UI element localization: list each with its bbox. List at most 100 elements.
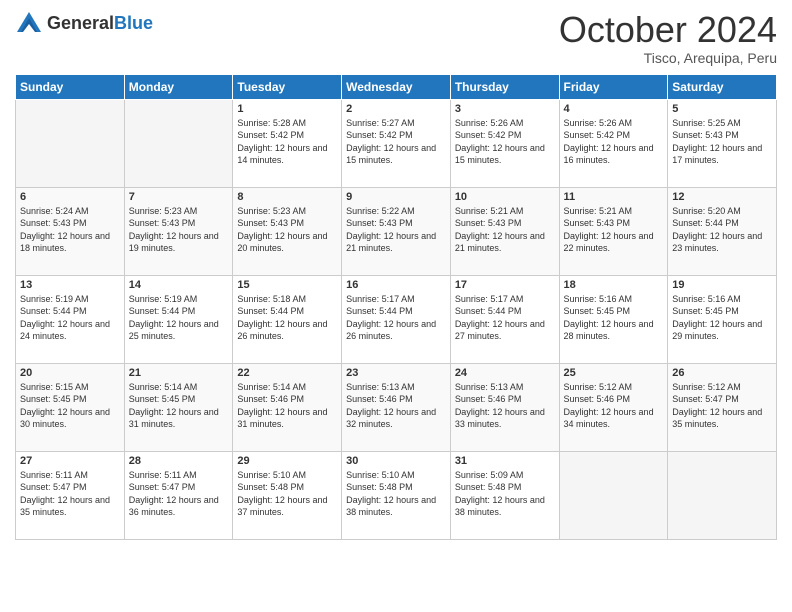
day-info: Sunrise: 5:21 AMSunset: 5:43 PMDaylight:… — [564, 205, 664, 255]
day-number: 2 — [346, 103, 446, 115]
day-number: 7 — [129, 191, 229, 203]
day-info: Sunrise: 5:19 AMSunset: 5:44 PMDaylight:… — [129, 293, 229, 343]
logo-icon — [15, 10, 43, 38]
calendar-cell: 29 Sunrise: 5:10 AMSunset: 5:48 PMDayligh… — [233, 451, 342, 539]
day-number: 14 — [129, 279, 229, 291]
header-friday: Friday — [559, 74, 668, 99]
day-number: 11 — [564, 191, 664, 203]
calendar-cell: 7 Sunrise: 5:23 AMSunset: 5:43 PMDaylight… — [124, 187, 233, 275]
calendar-cell: 8Sunrise: 5:23 AMSunset: 5:43 PMDaylight… — [233, 187, 342, 275]
calendar-cell: 14 Sunrise: 5:19 AMSunset: 5:44 PMDayligh… — [124, 275, 233, 363]
day-info: Sunrise: 5:12 AMSunset: 5:47 PMDaylight:… — [672, 381, 772, 431]
header: GeneralBlue October 2024 Tisco, Arequipa… — [15, 10, 777, 66]
day-number: 29 — [237, 455, 337, 467]
calendar-cell: 27 Sunrise: 5:11 AMSunset: 5:47 PMDayligh… — [16, 451, 125, 539]
calendar-cell — [668, 451, 777, 539]
title-block: October 2024 Tisco, Arequipa, Peru — [559, 10, 777, 66]
day-info: Sunrise: 5:13 AMSunset: 5:46 PMDaylight:… — [346, 381, 446, 431]
day-info: Sunrise: 5:16 AMSunset: 5:45 PMDaylight:… — [672, 293, 772, 343]
month-year-title: October 2024 — [559, 10, 777, 50]
calendar-cell: 3 Sunrise: 5:26 AMSunset: 5:42 PMDaylight… — [450, 99, 559, 187]
day-number: 9 — [346, 191, 446, 203]
day-number: 15 — [237, 279, 337, 291]
day-number: 19 — [672, 279, 772, 291]
calendar-cell: 28 Sunrise: 5:11 AMSunset: 5:47 PMDayligh… — [124, 451, 233, 539]
day-info: Sunrise: 5:15 AMSunset: 5:45 PMDaylight:… — [20, 381, 120, 431]
logo-general-text: General — [47, 13, 114, 33]
calendar-week-4: 20 Sunrise: 5:15 AMSunset: 5:45 PMDayligh… — [16, 363, 777, 451]
day-info: Sunrise: 5:25 AMSunset: 5:43 PMDaylight:… — [672, 117, 772, 167]
day-info: Sunrise: 5:17 AMSunset: 5:44 PMDaylight:… — [455, 293, 555, 343]
day-info: Sunrise: 5:12 AMSunset: 5:46 PMDaylight:… — [564, 381, 664, 431]
calendar-week-2: 6 Sunrise: 5:24 AMSunset: 5:43 PMDaylight… — [16, 187, 777, 275]
day-number: 6 — [20, 191, 120, 203]
header-monday: Monday — [124, 74, 233, 99]
location-title: Tisco, Arequipa, Peru — [559, 50, 777, 66]
calendar-cell: 5Sunrise: 5:25 AMSunset: 5:43 PMDaylight… — [668, 99, 777, 187]
calendar-cell: 16Sunrise: 5:17 AMSunset: 5:44 PMDayligh… — [342, 275, 451, 363]
header-tuesday: Tuesday — [233, 74, 342, 99]
day-info: Sunrise: 5:10 AMSunset: 5:48 PMDaylight:… — [346, 469, 446, 519]
day-info: Sunrise: 5:28 AMSunset: 5:42 PMDaylight:… — [237, 117, 337, 167]
calendar-cell: 20 Sunrise: 5:15 AMSunset: 5:45 PMDayligh… — [16, 363, 125, 451]
day-info: Sunrise: 5:11 AMSunset: 5:47 PMDaylight:… — [129, 469, 229, 519]
day-number: 22 — [237, 367, 337, 379]
calendar-cell: 24 Sunrise: 5:13 AMSunset: 5:46 PMDayligh… — [450, 363, 559, 451]
calendar-cell: 10 Sunrise: 5:21 AMSunset: 5:43 PMDayligh… — [450, 187, 559, 275]
calendar-cell: 4 Sunrise: 5:26 AMSunset: 5:42 PMDaylight… — [559, 99, 668, 187]
day-info: Sunrise: 5:24 AMSunset: 5:43 PMDaylight:… — [20, 205, 120, 255]
day-number: 27 — [20, 455, 120, 467]
day-info: Sunrise: 5:13 AMSunset: 5:46 PMDaylight:… — [455, 381, 555, 431]
day-info: Sunrise: 5:23 AMSunset: 5:43 PMDaylight:… — [129, 205, 229, 255]
logo-blue-text: Blue — [114, 13, 153, 33]
day-info: Sunrise: 5:22 AMSunset: 5:43 PMDaylight:… — [346, 205, 446, 255]
day-info: Sunrise: 5:10 AMSunset: 5:48 PMDaylight:… — [237, 469, 337, 519]
day-number: 23 — [346, 367, 446, 379]
day-number: 1 — [237, 103, 337, 115]
day-number: 13 — [20, 279, 120, 291]
day-number: 18 — [564, 279, 664, 291]
day-info: Sunrise: 5:26 AMSunset: 5:42 PMDaylight:… — [564, 117, 664, 167]
day-info: Sunrise: 5:26 AMSunset: 5:42 PMDaylight:… — [455, 117, 555, 167]
day-info: Sunrise: 5:23 AMSunset: 5:43 PMDaylight:… — [237, 205, 337, 255]
calendar-cell: 21 Sunrise: 5:14 AMSunset: 5:45 PMDayligh… — [124, 363, 233, 451]
day-number: 28 — [129, 455, 229, 467]
day-info: Sunrise: 5:21 AMSunset: 5:43 PMDaylight:… — [455, 205, 555, 255]
calendar-cell: 1 Sunrise: 5:28 AMSunset: 5:42 PMDaylight… — [233, 99, 342, 187]
calendar-cell: 23 Sunrise: 5:13 AMSunset: 5:46 PMDayligh… — [342, 363, 451, 451]
day-info: Sunrise: 5:20 AMSunset: 5:44 PMDaylight:… — [672, 205, 772, 255]
day-number: 4 — [564, 103, 664, 115]
header-thursday: Thursday — [450, 74, 559, 99]
calendar-cell — [559, 451, 668, 539]
calendar-table: Sunday Monday Tuesday Wednesday Thursday… — [15, 74, 777, 540]
day-info: Sunrise: 5:18 AMSunset: 5:44 PMDaylight:… — [237, 293, 337, 343]
day-number: 17 — [455, 279, 555, 291]
calendar-cell: 9 Sunrise: 5:22 AMSunset: 5:43 PMDaylight… — [342, 187, 451, 275]
calendar-week-5: 27 Sunrise: 5:11 AMSunset: 5:47 PMDayligh… — [16, 451, 777, 539]
day-number: 3 — [455, 103, 555, 115]
header-saturday: Saturday — [668, 74, 777, 99]
calendar-cell: 19 Sunrise: 5:16 AMSunset: 5:45 PMDayligh… — [668, 275, 777, 363]
day-info: Sunrise: 5:14 AMSunset: 5:45 PMDaylight:… — [129, 381, 229, 431]
calendar-cell: 22 Sunrise: 5:14 AMSunset: 5:46 PMDayligh… — [233, 363, 342, 451]
calendar-header-row: Sunday Monday Tuesday Wednesday Thursday… — [16, 74, 777, 99]
page: GeneralBlue October 2024 Tisco, Arequipa… — [0, 0, 792, 612]
day-number: 20 — [20, 367, 120, 379]
day-number: 24 — [455, 367, 555, 379]
day-number: 21 — [129, 367, 229, 379]
calendar-cell: 6 Sunrise: 5:24 AMSunset: 5:43 PMDaylight… — [16, 187, 125, 275]
calendar-cell: 26 Sunrise: 5:12 AMSunset: 5:47 PMDayligh… — [668, 363, 777, 451]
day-number: 31 — [455, 455, 555, 467]
calendar-week-3: 13 Sunrise: 5:19 AMSunset: 5:44 PMDayligh… — [16, 275, 777, 363]
header-wednesday: Wednesday — [342, 74, 451, 99]
calendar-cell: 13Sunrise: 5:19 AMSunset: 5:44 PMDayligh… — [16, 275, 125, 363]
calendar-cell — [16, 99, 125, 187]
day-number: 10 — [455, 191, 555, 203]
day-number: 30 — [346, 455, 446, 467]
day-info: Sunrise: 5:17 AMSunset: 5:44 PMDaylight:… — [346, 293, 446, 343]
day-info: Sunrise: 5:14 AMSunset: 5:46 PMDaylight:… — [237, 381, 337, 431]
logo: GeneralBlue — [15, 10, 153, 38]
day-info: Sunrise: 5:11 AMSunset: 5:47 PMDaylight:… — [20, 469, 120, 519]
day-number: 26 — [672, 367, 772, 379]
day-number: 12 — [672, 191, 772, 203]
